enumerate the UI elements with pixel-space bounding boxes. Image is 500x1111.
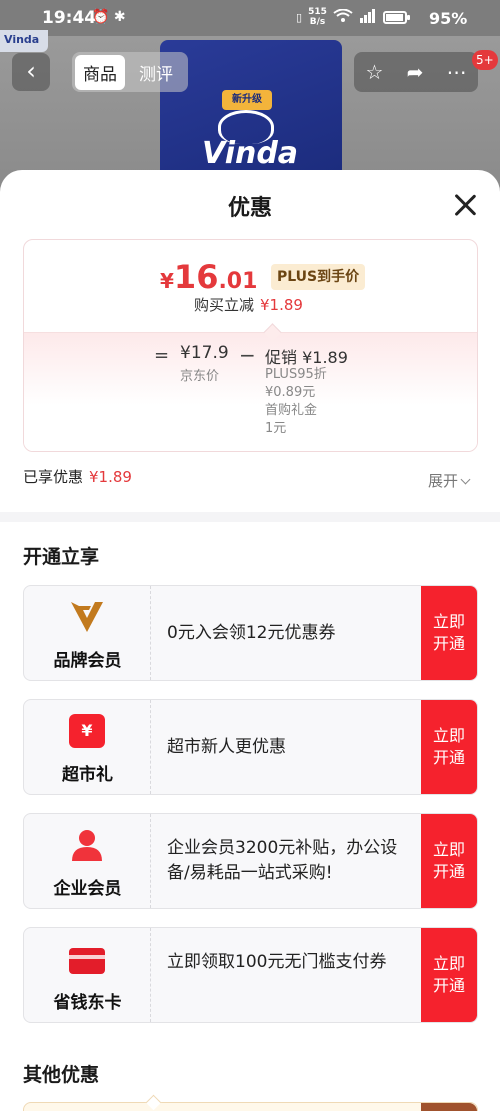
chevron-down-icon [460, 474, 471, 485]
open-section-title: 开通立享 [23, 546, 100, 568]
member-card-desc: 企业会员3200元补贴，办公设备/易耗品一站式采购! [167, 838, 398, 883]
section-divider [0, 512, 500, 522]
alarm-bluetooth-icons: ⏰ ✱ [92, 9, 126, 25]
jd-price-label: 京东价 [180, 369, 220, 384]
status-time: 19:44 [42, 8, 97, 28]
status-bar: 19:44 ⏰ ✱ ▯ 515 B/s 95% [0, 0, 500, 36]
chevron-left-icon: ‹ [26, 57, 36, 85]
member-card-desc: 超市新人更优惠 [167, 737, 286, 757]
promo-details: PLUS95折 ¥0.89元 首购礼金 1元 [265, 367, 327, 436]
expand-button[interactable]: 展开 [428, 470, 471, 491]
open-now-button[interactable]: 立即开通 [421, 814, 477, 908]
plus-price-tag: PLUS到手价 [271, 264, 366, 290]
member-card-savings: 省钱东卡 立即领取100元无门槛支付券 立即开通 [23, 927, 478, 1023]
message-badge: 5+ [472, 50, 498, 70]
tab-product[interactable]: 商品 [75, 54, 125, 90]
member-card-desc: 0元入会领12元优惠券 [167, 623, 336, 643]
vibrate-icon: ▯ [296, 10, 303, 24]
pack-brand: Vinda [202, 136, 299, 171]
open-now-button[interactable]: 立即开通 [421, 586, 477, 680]
top-tabs: 商品 测评 [72, 52, 188, 92]
member-card-enterprise: 企业会员 企业会员3200元补贴，办公设备/易耗品一站式采购! 立即开通 [23, 813, 478, 909]
status-right-icons: ▯ 515 B/s [296, 7, 410, 27]
share-icon[interactable]: ➦ [407, 60, 424, 84]
card-icon [69, 948, 105, 974]
member-card-supermarket: ¥ 超市礼 超市新人更优惠 立即开通 [23, 699, 478, 795]
final-price: ¥16.01 [160, 258, 258, 296]
member-card-desc: 立即领取100元无门槛支付券 [167, 952, 387, 972]
price-summary: ¥16.01 PLUS到手价 购买立减 ¥1.89 [24, 240, 477, 332]
promo-title: 促销 ¥1.89 [265, 348, 348, 367]
back-button[interactable]: ‹ [12, 53, 50, 91]
price-card: ¥16.01 PLUS到手价 购买立减 ¥1.89 = ¥17.9 京东价 − 促… [23, 239, 478, 452]
discount-sheet: 优惠 ¥16.01 PLUS到手价 购买立减 ¥1.89 = ¥17.9 京东价 … [0, 170, 500, 1111]
battery-icon [382, 10, 410, 24]
pack-tag: 新升级 [222, 90, 272, 110]
sheet-title: 优惠 [227, 196, 272, 221]
other-section-title: 其他优惠 [23, 1064, 100, 1086]
member-card-name: 超市礼 [62, 765, 113, 785]
star-icon[interactable]: ☆ [366, 60, 384, 84]
signal-icon [359, 8, 377, 26]
member-card-brand: 品牌会员 0元入会领12元优惠券 立即开通 [23, 585, 478, 681]
ticket-yen-icon: ¥ [69, 714, 105, 748]
open-now-button[interactable]: 立即开通 [421, 700, 477, 794]
person-icon [69, 828, 105, 862]
jd-price: ¥17.9 [180, 343, 229, 363]
battery-percent: 95% [429, 9, 468, 28]
network-speed: 515 B/s [308, 7, 327, 27]
enjoyed-discount: 已享优惠 ¥1.89 [23, 468, 132, 486]
minus-sign: − [239, 343, 256, 367]
more-icon[interactable]: ⋯ [446, 60, 466, 84]
equals-sign: = [154, 345, 170, 366]
close-icon[interactable] [450, 190, 480, 220]
price-breakdown: = ¥17.9 京东价 − 促销 ¥1.89 PLUS95折 ¥0.89元 首购… [24, 323, 477, 451]
reduce-line: 购买立减 ¥1.89 [194, 296, 303, 314]
member-card-name: 省钱东卡 [53, 993, 122, 1013]
member-card-name: 品牌会员 [53, 651, 122, 671]
open-now-button[interactable]: 立即开通 [421, 928, 477, 1022]
brand-v-icon [69, 600, 105, 634]
member-card-name: 企业会员 [53, 879, 122, 899]
wifi-icon [333, 8, 353, 26]
other-discount-card [23, 1094, 478, 1111]
brand-logo: Vinda [0, 30, 48, 52]
tab-review[interactable]: 测评 [131, 55, 181, 90]
top-actions: ☆ ➦ ⋯ [354, 52, 478, 92]
